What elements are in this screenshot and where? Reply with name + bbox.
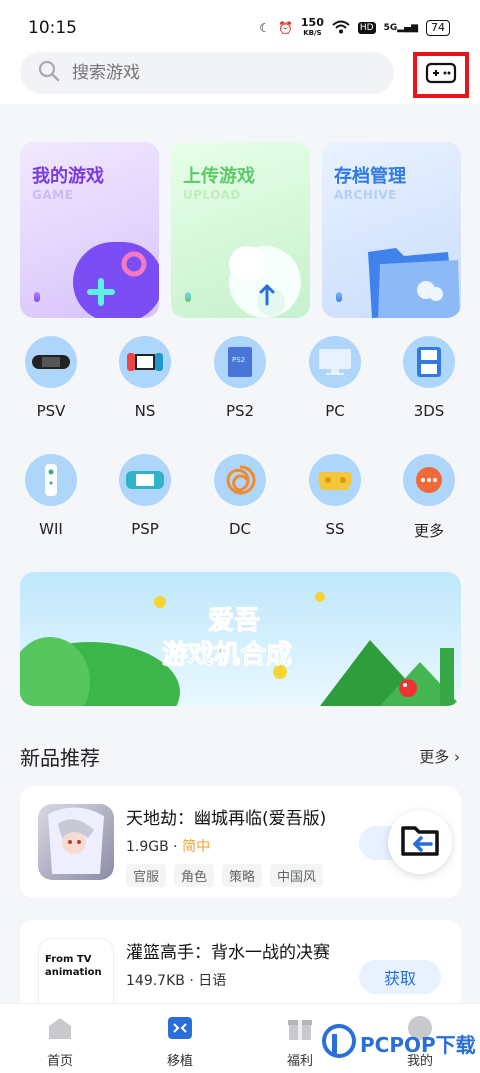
psv-icon (25, 336, 77, 388)
dc-icon (214, 454, 266, 506)
tab-label: 移植 (166, 1054, 193, 1069)
card-title: 上传游戏 (183, 166, 255, 187)
platform-label: PSV (36, 402, 66, 420)
gamepad-icon (425, 61, 457, 89)
status-icons: ☾ ⏰ 150 KB/S HD 5G▂▄▆ 74 (259, 16, 450, 38)
dot-icon (185, 292, 191, 302)
folder-back-icon (401, 824, 439, 860)
archive-card[interactable]: 存档管理 ARCHIVE (322, 142, 461, 318)
search-bar[interactable] (20, 52, 394, 94)
platform-pc[interactable]: PC (290, 336, 380, 420)
promo-banner[interactable]: 爱吾 游戏机合成 (20, 572, 461, 706)
platform-label: NS (134, 402, 156, 420)
card-title: 存档管理 (334, 166, 406, 187)
cloud-upload-icon (219, 234, 309, 318)
banner-title-line2: 游戏机合成 (161, 640, 293, 671)
platform-label: PS2 (225, 402, 255, 420)
gamepad-button[interactable] (413, 52, 469, 98)
platform-ps2[interactable]: PS2 PS2 (195, 336, 285, 420)
pc-icon (309, 336, 361, 388)
signal-icon: 5G▂▄▆ (383, 23, 418, 33)
game-tag: 中国风 (270, 864, 324, 887)
hd-badge: HD (357, 22, 376, 34)
svg-text:PS2: PS2 (232, 356, 245, 364)
port-icon (166, 1014, 194, 1042)
section-more-link[interactable]: 更多 › (419, 746, 460, 767)
card-subtitle: UPLOAD (183, 188, 241, 202)
platform-label: 更多 (413, 522, 444, 540)
game-meta: 149.7KB · 日语 (126, 973, 227, 989)
game-tag: 策略 (222, 864, 263, 887)
battery-indicator: 74 (426, 20, 450, 36)
gamepad-illustration-icon (68, 234, 159, 318)
alarm-icon: ⏰ (277, 21, 293, 35)
dot-icon (34, 292, 40, 302)
platform-wii[interactable]: WII (6, 454, 96, 538)
more-icon (403, 454, 455, 506)
game-tag: 官服 (126, 864, 167, 887)
wifi-icon (332, 20, 350, 37)
platform-more[interactable]: 更多 (384, 454, 474, 541)
search-icon (38, 60, 60, 86)
search-input[interactable] (72, 63, 352, 83)
card-subtitle: GAME (32, 188, 74, 202)
game-name: 灌篮高手：背水一战的决赛 (126, 943, 330, 963)
gift-icon (286, 1014, 314, 1042)
game-name: 天地劫：幽城再临(爱吾版) (126, 809, 327, 829)
folder-icon (362, 234, 461, 318)
ps2-icon: PS2 (214, 336, 266, 388)
tab-port[interactable]: 移植 (140, 1014, 220, 1069)
home-icon (46, 1014, 74, 1042)
my-games-card[interactable]: 我的游戏 GAME (20, 142, 159, 318)
tab-home[interactable]: 首页 (20, 1014, 100, 1069)
platform-psv[interactable]: PSV (6, 336, 96, 420)
game-tags: 官服 角色 策略 中国风 (126, 864, 324, 887)
watermark: PCPOP下载 (322, 1024, 476, 1062)
get-button[interactable]: 获取 (359, 960, 441, 994)
status-time: 10:15 (28, 18, 77, 38)
game-thumbnail (38, 804, 114, 880)
watermark-text: PCPOP下载 (360, 1032, 476, 1057)
card-subtitle: ARCHIVE (334, 188, 397, 202)
3ds-icon (403, 336, 455, 388)
wii-icon (25, 454, 77, 506)
moon-icon: ☾ (259, 21, 270, 35)
platform-dc[interactable]: DC (195, 454, 285, 538)
thumbnail-text: From TV animation (45, 954, 102, 978)
platform-label: 3DS (413, 402, 445, 420)
dot-icon (336, 292, 342, 302)
upload-game-card[interactable]: 上传游戏 UPLOAD (171, 142, 310, 318)
platform-label: SS (325, 520, 345, 538)
platform-label: WII (39, 520, 63, 538)
tab-label: 首页 (46, 1054, 73, 1069)
platform-label: PC (325, 402, 345, 420)
card-title: 我的游戏 (32, 166, 104, 187)
net-speed: 150 KB/S (300, 16, 324, 37)
platform-3ds[interactable]: 3DS (384, 336, 474, 420)
ns-icon (119, 336, 171, 388)
banner-title-line1: 爱吾 (207, 606, 261, 637)
game-tag: 角色 (174, 864, 215, 887)
floating-folder-button[interactable] (388, 810, 452, 874)
ss-icon (309, 454, 361, 506)
platform-ns[interactable]: NS (100, 336, 190, 420)
platform-psp[interactable]: PSP (100, 454, 190, 538)
watermark-logo-icon (322, 1024, 356, 1062)
psp-icon (119, 454, 171, 506)
platform-label: DC (228, 520, 252, 538)
platform-label: PSP (131, 520, 159, 538)
game-card[interactable]: 天地劫：幽城再临(爱吾版) 1.9GB · 简中 官服 角色 策略 中国风 (20, 786, 461, 898)
section-title: 新品推荐 (20, 746, 100, 770)
chevron-right-icon: › (454, 748, 460, 766)
game-meta: 1.9GB · 简中 (126, 839, 211, 855)
platform-ss[interactable]: SS (290, 454, 380, 538)
